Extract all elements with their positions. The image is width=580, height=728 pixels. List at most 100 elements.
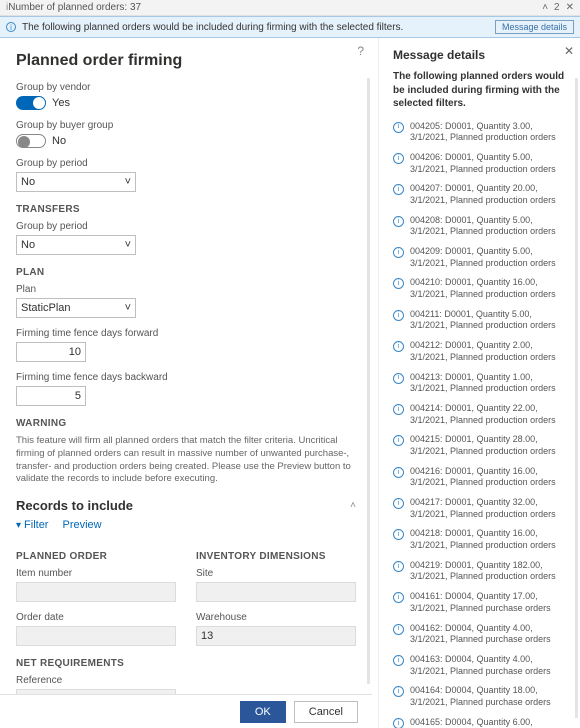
info-icon: i xyxy=(393,686,404,697)
message-details-panel: ✕ Message details The following planned … xyxy=(378,38,580,728)
help-icon[interactable]: ? xyxy=(357,44,364,58)
info-icon: i xyxy=(393,624,404,635)
message-text: 004219: D0001, Quantity 182.00, 3/1/2021… xyxy=(410,560,570,583)
message-item[interactable]: i004165: D0004, Quantity 6.00, 3/1/2021,… xyxy=(393,717,570,728)
message-item[interactable]: i 004216: D0001, Quantity 16.00, 3/1/2021… xyxy=(393,466,570,489)
scrollbar[interactable] xyxy=(367,78,370,684)
chevron-up-icon[interactable]: ˄ xyxy=(542,2,548,13)
message-item[interactable]: i004211: D0001, Quantity 5.00, 3/1/2021,… xyxy=(393,309,570,332)
info-icon: i xyxy=(393,247,404,258)
info-icon: i xyxy=(393,341,404,352)
info-icon: i xyxy=(393,153,404,164)
site-input[interactable] xyxy=(196,582,356,602)
message-details-button[interactable]: Message details xyxy=(495,20,574,34)
group-by-buyer-label: Group by buyer group xyxy=(16,120,356,131)
group-by-vendor-toggle[interactable] xyxy=(16,96,46,110)
page-indicator: 2 xyxy=(554,2,560,13)
message-item[interactable]: i004163: D0004, Quantity 4.00, 3/1/2021,… xyxy=(393,654,570,677)
message-text: 004209: D0001, Quantity 5.00, 3/1/2021, … xyxy=(410,246,570,269)
info-icon: i xyxy=(393,435,404,446)
net-requirements-heading: NET REQUIREMENTS xyxy=(16,658,176,669)
message-text: 004164: D0004, Quantity 18.00, 3/1/2021,… xyxy=(410,685,570,708)
group-by-buyer-toggle[interactable] xyxy=(16,134,46,148)
info-icon: i xyxy=(393,498,404,509)
transfers-group-by-period-label: Group by period xyxy=(16,221,356,232)
group-by-period-select[interactable]: No ˅ xyxy=(16,172,136,192)
group-by-vendor-value: Yes xyxy=(52,97,70,109)
message-item[interactable]: i004219: D0001, Quantity 182.00, 3/1/202… xyxy=(393,560,570,583)
reference-label: Reference xyxy=(16,675,176,686)
message-item[interactable]: i 004206: D0001, Quantity 5.00, 3/1/2021,… xyxy=(393,152,570,175)
info-icon: i xyxy=(393,467,404,478)
plan-label: Plan xyxy=(16,284,356,295)
message-details-lead: The following planned orders would be in… xyxy=(393,70,570,111)
records-heading: Records to include xyxy=(16,498,133,513)
warehouse-input[interactable]: 13 xyxy=(196,626,356,646)
records-expander[interactable]: Records to include ˄ xyxy=(16,498,356,513)
message-item[interactable]: i 004212: D0001, Quantity 2.00, 3/1/2021,… xyxy=(393,340,570,363)
fence-backward-label: Firming time fence days backward xyxy=(16,372,356,383)
message-text: 004218: D0001, Quantity 16.00, 3/1/2021,… xyxy=(410,528,570,551)
message-item[interactable]: i 004217: D0001, Quantity 32.00, 3/1/2021… xyxy=(393,497,570,520)
message-item[interactable]: i 004162: D0004, Quantity 4.00, 3/1/2021,… xyxy=(393,623,570,646)
message-text: 004217: D0001, Quantity 32.00, 3/1/2021,… xyxy=(410,497,570,520)
fence-backward-input[interactable]: 5 xyxy=(16,386,86,406)
scrollbar[interactable] xyxy=(575,78,578,718)
message-item[interactable]: i004218: D0001, Quantity 16.00, 3/1/2021… xyxy=(393,528,570,551)
filter-link[interactable]: ▾Filter xyxy=(16,519,48,531)
info-bar: i The following planned orders would be … xyxy=(0,16,580,38)
message-text: 004214: D0001, Quantity 22.00, 3/1/2021,… xyxy=(410,403,570,426)
order-date-input[interactable] xyxy=(16,626,176,646)
message-text: 004208: D0001, Quantity 5.00, 3/1/2021, … xyxy=(410,215,570,238)
dialog-footer: OK Cancel xyxy=(0,694,372,728)
close-icon[interactable]: ✕ xyxy=(564,44,574,58)
message-item[interactable]: i004161: D0004, Quantity 17.00, 3/1/2021… xyxy=(393,591,570,614)
message-list: i004205: D0001, Quantity 3.00, 3/1/2021,… xyxy=(393,121,570,728)
message-item[interactable]: i004214: D0001, Quantity 22.00, 3/1/2021… xyxy=(393,403,570,426)
plan-select[interactable]: StaticPlan ˅ xyxy=(16,298,136,318)
message-item[interactable]: i004205: D0001, Quantity 3.00, 3/1/2021,… xyxy=(393,121,570,144)
message-text: 004212: D0001, Quantity 2.00, 3/1/2021, … xyxy=(410,340,570,363)
chevron-down-icon: ˅ xyxy=(125,239,131,251)
chevron-down-icon: ˅ xyxy=(125,302,131,314)
item-number-input[interactable] xyxy=(16,582,176,602)
warning-heading: WARNING xyxy=(16,418,356,429)
message-item[interactable]: i 004164: D0004, Quantity 18.00, 3/1/2021… xyxy=(393,685,570,708)
planned-order-heading: PLANNED ORDER xyxy=(16,551,176,562)
info-icon: i xyxy=(6,22,16,32)
message-item[interactable]: i 004210: D0001, Quantity 16.00, 3/1/2021… xyxy=(393,277,570,300)
message-text: 004207: D0001, Quantity 20.00, 3/1/2021,… xyxy=(410,183,570,206)
message-text: 004215: D0001, Quantity 28.00, 3/1/2021,… xyxy=(410,434,570,457)
reference-input[interactable] xyxy=(16,689,176,694)
info-icon: i xyxy=(393,278,404,289)
fence-forward-input[interactable]: 10 xyxy=(16,342,86,362)
group-by-buyer-value: No xyxy=(52,135,66,147)
info-icon: i xyxy=(393,373,404,384)
info-text: The following planned orders would be in… xyxy=(22,22,495,33)
message-text: 004163: D0004, Quantity 4.00, 3/1/2021, … xyxy=(410,654,570,677)
preview-link[interactable]: Preview xyxy=(62,519,101,531)
message-text: 004216: D0001, Quantity 16.00, 3/1/2021,… xyxy=(410,466,570,489)
message-text: 004162: D0004, Quantity 4.00, 3/1/2021, … xyxy=(410,623,570,646)
message-text: 004206: D0001, Quantity 5.00, 3/1/2021, … xyxy=(410,152,570,175)
message-item[interactable]: i 004208: D0001, Quantity 5.00, 3/1/2021,… xyxy=(393,215,570,238)
chevron-up-icon: ˄ xyxy=(350,500,356,511)
message-text: 004161: D0004, Quantity 17.00, 3/1/2021,… xyxy=(410,591,570,614)
ok-button[interactable]: OK xyxy=(240,701,286,723)
info-icon: i xyxy=(393,718,404,728)
message-item[interactable]: i 004215: D0001, Quantity 28.00, 3/1/2021… xyxy=(393,434,570,457)
message-item[interactable]: i004207: D0001, Quantity 20.00, 3/1/2021… xyxy=(393,183,570,206)
message-item[interactable]: i 004209: D0001, Quantity 5.00, 3/1/2021,… xyxy=(393,246,570,269)
info-icon: i xyxy=(393,216,404,227)
dialog-panel: ? Planned order firming Group by vendor … xyxy=(0,38,378,728)
cancel-button[interactable]: Cancel xyxy=(294,701,358,723)
chevron-down-icon: ˅ xyxy=(125,176,131,188)
plan-heading: PLAN xyxy=(16,267,356,278)
close-icon[interactable]: ✕ xyxy=(566,2,574,13)
group-by-vendor-label: Group by vendor xyxy=(16,82,356,93)
fence-forward-label: Firming time fence days forward xyxy=(16,328,356,339)
message-text: 004210: D0001, Quantity 16.00, 3/1/2021,… xyxy=(410,277,570,300)
message-item[interactable]: i004213: D0001, Quantity 1.00, 3/1/2021,… xyxy=(393,372,570,395)
warehouse-label: Warehouse xyxy=(196,612,356,623)
transfers-group-by-period-select[interactable]: No ˅ xyxy=(16,235,136,255)
